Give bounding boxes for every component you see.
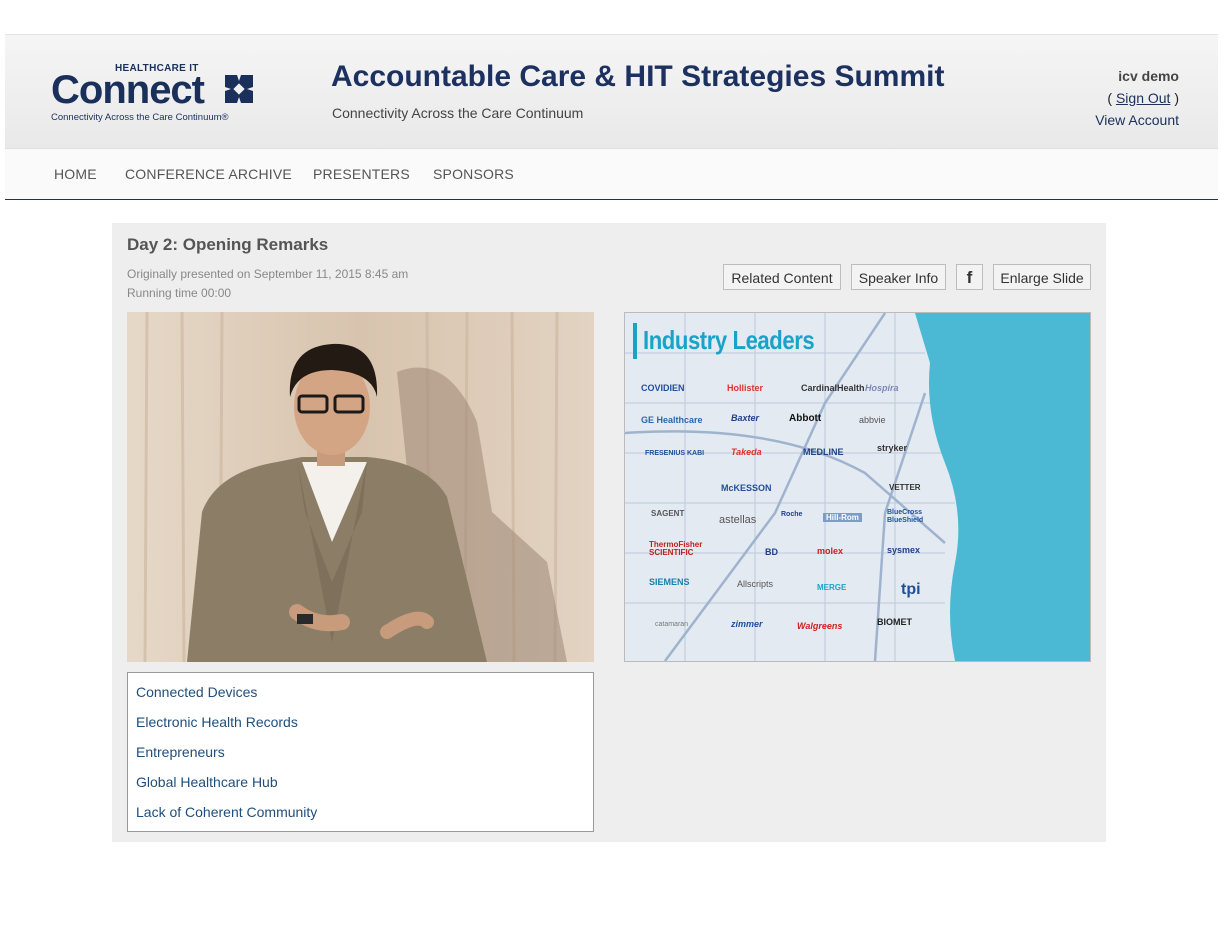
sponsor-logo: Roche [781,511,803,518]
paren-open: ( [1107,90,1113,106]
connect-mark-icon [225,75,253,103]
session-title: Day 2: Opening Remarks [127,235,329,254]
presentation-slide: Industry Leaders COVIDIEN Hollister Card… [624,312,1091,662]
logo-tagline: Connectivity Across the Care Continuum® [51,112,229,123]
view-account-link[interactable]: View Account [1095,112,1179,128]
sponsor-logo: Abbott [789,413,822,424]
sponsor-logo: BD [765,547,778,557]
topic-tags-list: Connected Devices Electronic Health Reco… [127,672,594,832]
username: icv demo [1118,68,1179,84]
account-box: icv demo ( Sign Out ) View Account [1095,65,1179,131]
speaker-info-button[interactable]: Speaker Info [851,264,946,290]
sponsor-logo: sysmex [887,545,921,555]
sign-out-row: ( Sign Out ) [1095,87,1179,109]
main-nav: HOME CONFERENCE ARCHIVE PRESENTERS SPONS… [5,148,1218,200]
video-player[interactable] [127,312,594,662]
sponsor-logo: MERGE [817,583,847,592]
sponsor-logo: Hospira [865,383,899,393]
connect-logo[interactable]: HEALTHCARE IT Connect Connectivity Acros… [51,63,271,125]
site-header: HEALTHCARE IT Connect Connectivity Acros… [5,34,1218,148]
session-meta: Originally presented on September 11, 20… [127,265,408,303]
sponsor-logo: BlueCross BlueShield [887,509,924,524]
sponsor-logo: stryker [877,443,908,453]
sponsor-logo: COVIDIEN [641,383,685,393]
paren-close: ) [1174,90,1179,106]
session-panel: Day 2: Opening Remarks Originally presen… [112,223,1106,842]
map-background [625,313,1090,661]
sponsor-logo: SAGENT [651,509,685,518]
sponsor-logo: molex [817,546,844,556]
facebook-icon[interactable]: f [956,264,983,290]
topic-link[interactable]: Lack of Coherent Community [136,804,317,820]
nav-home[interactable]: HOME [54,166,97,182]
sponsor-logo: zimmer [731,619,763,629]
sponsor-logo: Hollister [727,383,764,393]
topic-link[interactable]: Global Healthcare Hub [136,774,278,790]
sponsor-logo: ThermoFisher SCIENTIFIC [649,540,703,557]
topic-link[interactable]: Entrepreneurs [136,744,225,760]
presented-date: Originally presented on September 11, 20… [127,267,409,281]
sponsor-logo: Allscripts [737,579,774,589]
nav-conference-archive[interactable]: CONFERENCE ARCHIVE [125,166,292,182]
related-content-button[interactable]: Related Content [723,264,841,290]
sponsor-logo: Hill-Rom [823,513,862,522]
topic-link[interactable]: Connected Devices [136,684,257,700]
sponsor-logo: tpi [901,581,921,598]
speaker-video-frame [127,312,594,662]
sponsor-logo: Baxter [731,413,760,423]
running-time: Running time 00:00 [127,286,232,300]
nav-sponsors[interactable]: SPONSORS [433,166,514,182]
slide-title-bar [633,323,637,359]
sponsor-logo: SIEMENS [649,577,690,587]
sign-out-link[interactable]: Sign Out [1116,90,1170,106]
sponsor-logo: GE Healthcare [641,415,703,425]
site-container: HEALTHCARE IT Connect Connectivity Acros… [5,34,1218,200]
site-title: Accountable Care & HIT Strategies Summit [331,60,945,93]
site-subtitle: Connectivity Across the Care Continuum [332,105,584,121]
sponsor-logo: CardinalHealth [801,383,865,393]
sponsor-logo: MEDLINE [803,447,844,457]
sponsor-logo: McKESSON [721,483,772,493]
sponsor-logo: astellas [719,514,757,526]
sponsor-logo: abbvie [859,415,886,425]
sponsor-logo: FRESENIUS KABI [645,450,705,457]
sponsor-logo: Walgreens [797,621,843,631]
nav-presenters[interactable]: PRESENTERS [313,166,410,182]
logo-wordmark: Connect [51,68,205,112]
sponsor-logo: BIOMET [877,617,912,627]
slide-title: Industry Leaders [643,325,815,355]
topic-link[interactable]: Electronic Health Records [136,714,298,730]
sponsor-logo: catamaran [655,621,689,628]
sponsor-logo: VETTER [889,483,921,492]
enlarge-slide-button[interactable]: Enlarge Slide [993,264,1091,290]
sponsor-logo: Takeda [731,447,762,457]
